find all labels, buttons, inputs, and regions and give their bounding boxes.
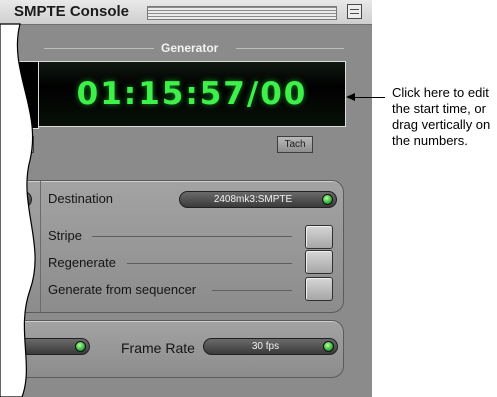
generator-rule-right <box>236 48 344 49</box>
generator-timecode[interactable]: 01:15:57/00 <box>39 76 345 112</box>
regenerate-button[interactable] <box>305 250 333 274</box>
stripe-leader-line <box>92 236 292 237</box>
frame-rate-selector[interactable]: 30 fps <box>203 338 338 355</box>
callout-line: Click here to edit <box>392 85 489 100</box>
torn-page-edge <box>0 23 36 397</box>
callout-line: the numbers. <box>392 133 468 148</box>
frame-rate-label: Frame Rate <box>121 340 195 356</box>
frame-rate-value: 30 fps <box>251 341 280 352</box>
smpte-console-window: SMPTE Console Generator 01:15:57/00 l Ta… <box>0 0 372 397</box>
callout-annotation: Click here to edit the start time, or dr… <box>392 85 496 149</box>
title-bar-grip[interactable] <box>147 6 337 20</box>
led-indicator-icon <box>322 194 333 205</box>
generate-from-sequencer-label: Generate from sequencer <box>48 282 197 297</box>
led-indicator-icon <box>75 341 86 352</box>
tach-button-label: Tach <box>284 139 306 150</box>
callout-line: the start time, or <box>392 101 486 116</box>
destination-selector[interactable]: 2408mk3:SMPTE <box>179 191 337 208</box>
led-indicator-icon <box>323 341 334 352</box>
generate-from-sequencer-button[interactable] <box>305 277 333 301</box>
generator-section-label: Generator <box>161 41 219 55</box>
callout-leader-line <box>353 97 385 98</box>
tach-button[interactable]: Tach <box>277 136 313 153</box>
callout-line: drag vertically on <box>392 117 491 132</box>
stripe-button[interactable] <box>305 225 333 249</box>
regenerate-leader-line <box>127 263 292 264</box>
destination-value: 2408mk3:SMPTE <box>213 194 293 205</box>
generate-leader-line <box>212 290 292 291</box>
collapse-box-icon[interactable] <box>347 4 362 19</box>
generator-timecode-display[interactable]: 01:15:57/00 <box>38 61 346 127</box>
